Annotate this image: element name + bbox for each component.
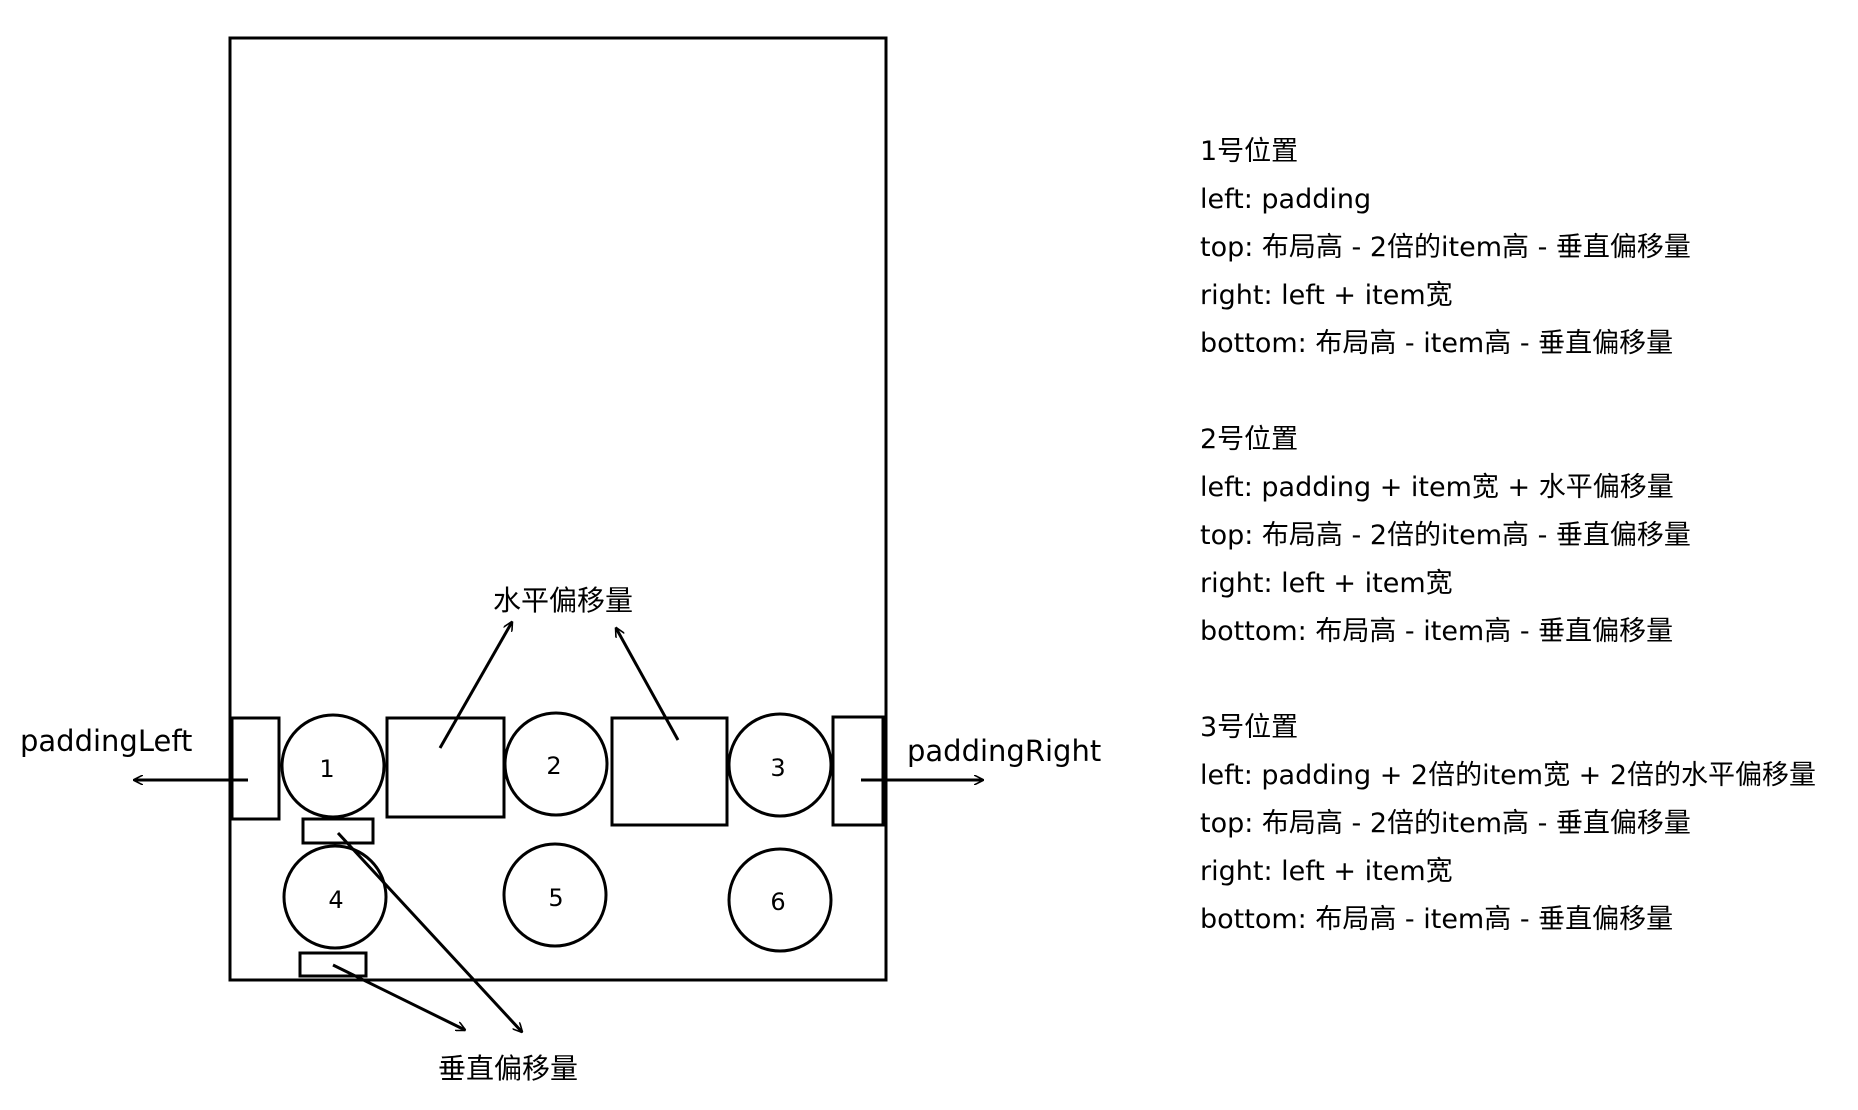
position-title: 1号位置 — [1200, 136, 1299, 167]
vertical-gap-box-2 — [298, 951, 368, 978]
vertical-offset-arrow-1 — [336, 831, 522, 1032]
item-label: 2 — [546, 752, 561, 780]
vertical-offset-label: 垂直偏移量 — [438, 1052, 578, 1085]
item-label: 5 — [548, 884, 563, 912]
padding-right-label: paddingRight — [907, 734, 1101, 768]
item-4: 4 — [282, 844, 388, 950]
horizontal-gap-box-1 — [385, 716, 506, 819]
padding-left-box — [230, 716, 281, 821]
position-top-formula: top: 布局高 - 2倍的item高 - 垂直偏移量 — [1200, 232, 1691, 263]
item-1: 1 — [280, 713, 386, 819]
padding-right-box — [831, 715, 885, 827]
position-3-block: 3号位置 left: padding + 2倍的item宽 + 2倍的水平偏移量… — [1200, 704, 1840, 944]
horizontal-offset-arrow-2 — [616, 628, 680, 741]
item-2: 2 — [503, 711, 609, 817]
item-5: 5 — [502, 842, 608, 948]
position-left-formula: left: padding — [1200, 184, 1372, 215]
position-bottom-formula: bottom: 布局高 - item高 - 垂直偏移量 — [1200, 616, 1674, 647]
position-formulas-panel: 1号位置 left: padding top: 布局高 - 2倍的item高 -… — [1200, 128, 1840, 992]
vertical-gap-box-1 — [301, 817, 375, 845]
position-right-formula: right: left + item宽 — [1200, 280, 1453, 311]
horizontal-offset-label: 水平偏移量 — [493, 584, 633, 617]
position-top-formula: top: 布局高 - 2倍的item高 - 垂直偏移量 — [1200, 808, 1691, 839]
item-3: 3 — [727, 712, 833, 818]
position-bottom-formula: bottom: 布局高 - item高 - 垂直偏移量 — [1200, 328, 1674, 359]
position-top-formula: top: 布局高 - 2倍的item高 - 垂直偏移量 — [1200, 520, 1691, 551]
position-left-formula: left: padding + item宽 + 水平偏移量 — [1200, 472, 1674, 503]
vertical-offset-arrow-2 — [332, 963, 465, 1032]
diagram-stage: 1 2 3 4 5 6 paddingLeft paddingRight 水平偏… — [0, 0, 1858, 1110]
position-title: 2号位置 — [1200, 424, 1299, 455]
position-2-block: 2号位置 left: padding + item宽 + 水平偏移量 top: … — [1200, 416, 1840, 656]
item-label: 4 — [328, 886, 343, 914]
layout-frame — [228, 36, 888, 982]
position-left-formula: left: padding + 2倍的item宽 + 2倍的水平偏移量 — [1200, 760, 1817, 791]
item-label: 3 — [770, 754, 785, 782]
position-right-formula: right: left + item宽 — [1200, 856, 1453, 887]
padding-left-label: paddingLeft — [20, 724, 192, 758]
position-right-formula: right: left + item宽 — [1200, 568, 1453, 599]
position-1-block: 1号位置 left: padding top: 布局高 - 2倍的item高 -… — [1200, 128, 1840, 368]
position-bottom-formula: bottom: 布局高 - item高 - 垂直偏移量 — [1200, 904, 1674, 935]
horizontal-gap-box-2 — [610, 716, 729, 827]
position-title: 3号位置 — [1200, 712, 1299, 743]
horizontal-offset-arrow-1 — [438, 622, 512, 749]
item-label: 6 — [770, 888, 785, 916]
item-label: 1 — [319, 755, 334, 783]
item-6: 6 — [727, 847, 833, 953]
